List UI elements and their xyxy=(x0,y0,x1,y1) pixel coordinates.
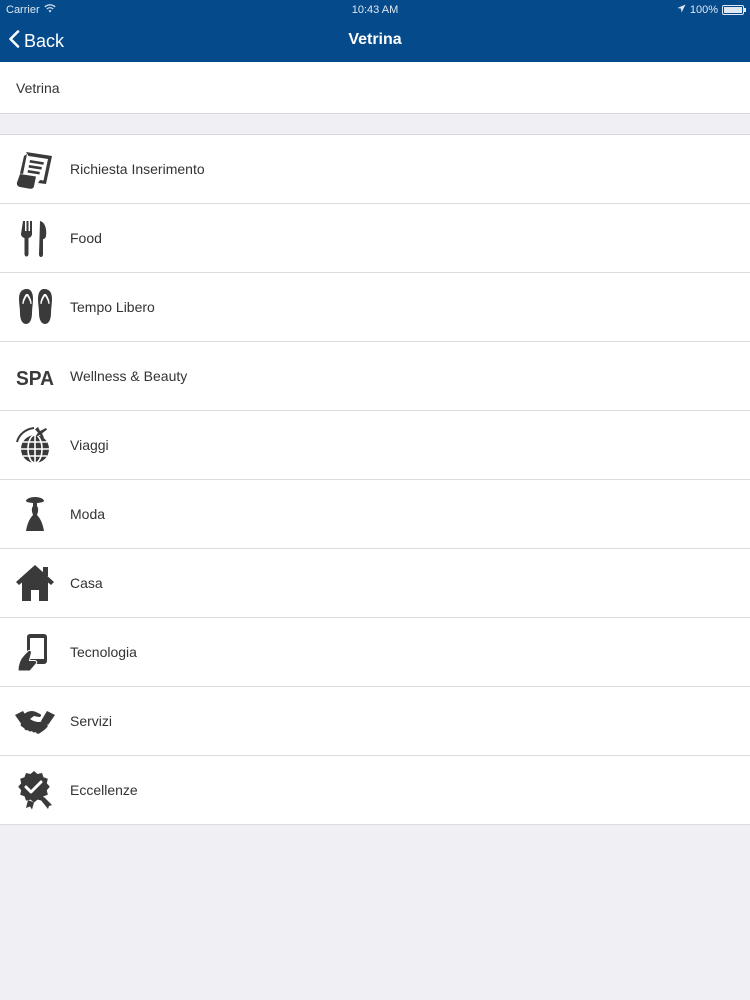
flip-flops-icon xyxy=(14,286,56,328)
list-item-label: Wellness & Beauty xyxy=(70,368,188,384)
navigation-bar: Back Vetrina xyxy=(0,20,750,62)
badge-check-icon xyxy=(14,769,56,811)
list-item-servizi[interactable]: Servizi xyxy=(0,687,750,756)
list-item-label: Richiesta Inserimento xyxy=(70,161,205,177)
location-arrow-icon xyxy=(677,4,686,16)
list-item-food[interactable]: Food xyxy=(0,204,750,273)
house-icon xyxy=(14,562,56,604)
list-item-label: Tecnologia xyxy=(70,644,137,660)
list-item-tecnologia[interactable]: Tecnologia xyxy=(0,618,750,687)
battery-percent: 100% xyxy=(689,4,718,16)
list-item-viaggi[interactable]: Viaggi xyxy=(0,411,750,480)
spa-icon-text: SPA xyxy=(16,368,54,390)
fork-knife-icon xyxy=(14,217,56,259)
battery-icon xyxy=(722,5,746,15)
category-list: Richiesta Inserimento Food Tempo Libero xyxy=(0,134,750,825)
section-header: Vetrina xyxy=(0,62,750,114)
empty-footer-area xyxy=(0,827,750,1000)
list-item-label: Eccellenze xyxy=(70,782,138,798)
status-bar: Carrier 10:43 AM 100% xyxy=(0,0,750,20)
spa-icon: SPA xyxy=(14,355,56,397)
list-item-label: Servizi xyxy=(70,713,113,729)
list-item-label: Food xyxy=(70,230,102,246)
list-item-casa[interactable]: Casa xyxy=(0,549,750,618)
globe-plane-icon xyxy=(14,424,56,466)
section-header-label: Vetrina xyxy=(16,80,60,96)
handshake-icon xyxy=(14,700,56,742)
list-item-wellness-beauty[interactable]: SPA Wellness & Beauty xyxy=(0,342,750,411)
document-list-icon xyxy=(14,148,56,190)
list-item-richiesta-inserimento[interactable]: Richiesta Inserimento xyxy=(0,135,750,204)
list-item-label: Casa xyxy=(70,575,103,591)
list-item-tempo-libero[interactable]: Tempo Libero xyxy=(0,273,750,342)
dress-icon xyxy=(14,493,56,535)
top-bar: Carrier 10:43 AM 100% Back Vetrina xyxy=(0,0,750,62)
phone-hand-icon xyxy=(14,631,56,673)
page-title: Vetrina xyxy=(348,31,402,48)
list-item-label: Tempo Libero xyxy=(70,299,155,315)
status-right: 100% xyxy=(677,4,746,16)
list-item-label: Moda xyxy=(70,506,106,522)
status-time: 10:43 AM xyxy=(351,4,399,16)
list-item-label: Viaggi xyxy=(70,437,109,453)
section-spacer xyxy=(0,114,750,134)
list-item-eccellenze[interactable]: Eccellenze xyxy=(0,756,750,825)
list-item-moda[interactable]: Moda xyxy=(0,480,750,549)
